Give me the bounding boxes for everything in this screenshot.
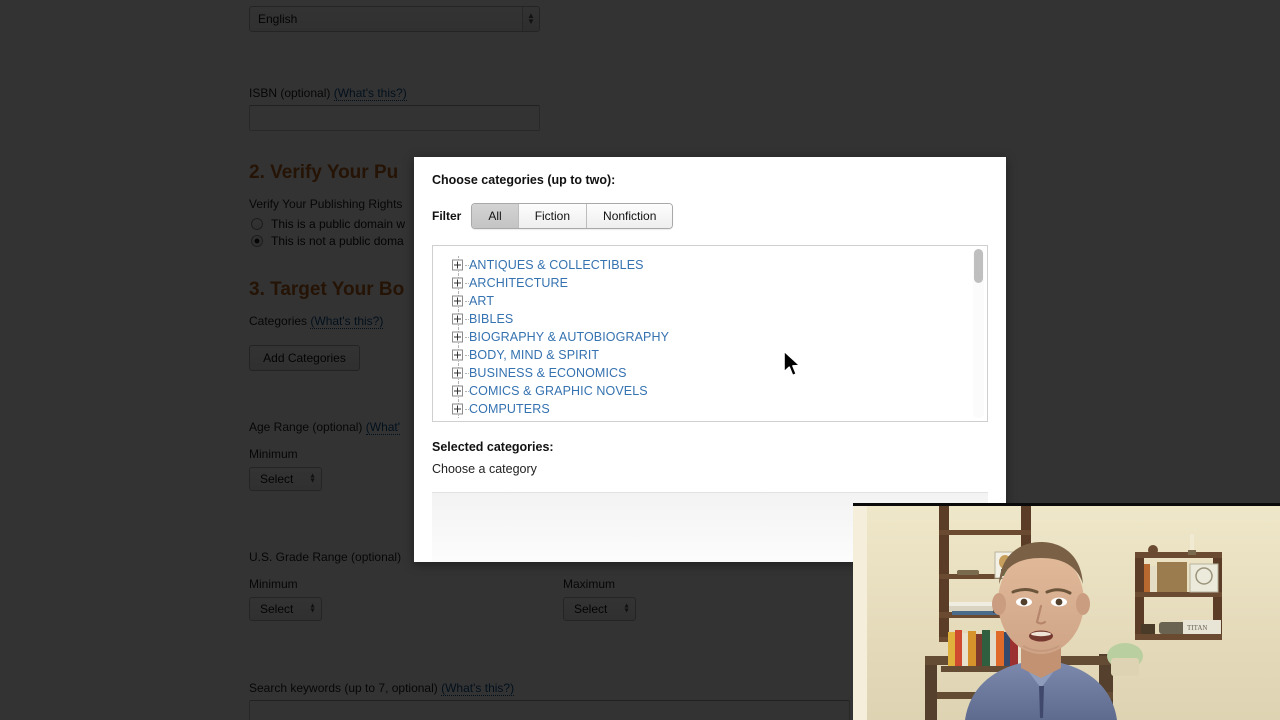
category-tree-scrollbar[interactable] (973, 249, 984, 418)
category-tree-item[interactable]: COMICS & GRAPHIC NOVELS (449, 382, 987, 400)
screen: English ▲▼ ISBN (optional) (What's this?… (0, 0, 1280, 720)
choose-categories-modal: Choose categories (up to two): Filter Al… (414, 157, 1006, 562)
category-label[interactable]: COMPUTERS (469, 402, 550, 416)
category-label[interactable]: ART (469, 294, 494, 308)
category-label[interactable]: BODY, MIND & SPIRIT (469, 348, 599, 362)
scrollbar-thumb[interactable] (974, 249, 983, 283)
modal-body: Choose categories (up to two): Filter Al… (414, 157, 1006, 476)
category-tree-item[interactable]: BIBLES (449, 310, 987, 328)
filter-row: Filter All Fiction Nonfiction (432, 203, 988, 229)
modal-title: Choose categories (up to two): (432, 173, 616, 187)
category-tree-item[interactable]: BODY, MIND & SPIRIT (449, 346, 987, 364)
category-tree-item[interactable]: ARCHITECTURE (449, 274, 987, 292)
category-tree-item[interactable]: COMPUTERS (449, 400, 987, 418)
expand-plus-icon[interactable] (452, 331, 463, 343)
category-label[interactable]: ANTIQUES & COLLECTIBLES (469, 258, 644, 272)
expand-plus-icon[interactable] (452, 349, 463, 361)
category-tree-item[interactable]: ART (449, 292, 987, 310)
expand-plus-icon[interactable] (452, 277, 463, 289)
expand-plus-icon[interactable] (452, 367, 463, 379)
selected-categories-empty-text: Choose a category (432, 462, 537, 476)
expand-plus-icon[interactable] (452, 259, 463, 271)
category-label[interactable]: BUSINESS & ECONOMICS (469, 366, 627, 380)
category-label[interactable]: BIBLES (469, 312, 513, 326)
category-label[interactable]: ARCHITECTURE (469, 276, 568, 290)
category-tree-item[interactable]: BUSINESS & ECONOMICS (449, 364, 987, 382)
filter-tab-fiction[interactable]: Fiction (518, 204, 588, 228)
category-tree-container: ANTIQUES & COLLECTIBLES ARCHITECTURE ART… (432, 245, 988, 422)
expand-plus-icon[interactable] (452, 385, 463, 397)
filter-segmented-control: All Fiction Nonfiction (471, 203, 674, 229)
filter-tab-nonfiction[interactable]: Nonfiction (587, 204, 673, 228)
selected-categories-heading: Selected categories: (432, 440, 554, 454)
filter-label: Filter (432, 209, 462, 223)
category-tree-item[interactable]: ANTIQUES & COLLECTIBLES (449, 256, 987, 274)
category-tree: ANTIQUES & COLLECTIBLES ARCHITECTURE ART… (433, 246, 987, 418)
expand-plus-icon[interactable] (452, 295, 463, 307)
category-label[interactable]: BIOGRAPHY & AUTOBIOGRAPHY (469, 330, 669, 344)
expand-plus-icon[interactable] (452, 313, 463, 325)
svg-text:TITAN: TITAN (1187, 624, 1207, 632)
category-tree-item[interactable]: BIOGRAPHY & AUTOBIOGRAPHY (449, 328, 987, 346)
expand-plus-icon[interactable] (452, 403, 463, 415)
presenter-webcam-overlay: TITAN (853, 503, 1280, 720)
category-label[interactable]: COMICS & GRAPHIC NOVELS (469, 384, 648, 398)
filter-tab-all[interactable]: All (472, 204, 519, 228)
